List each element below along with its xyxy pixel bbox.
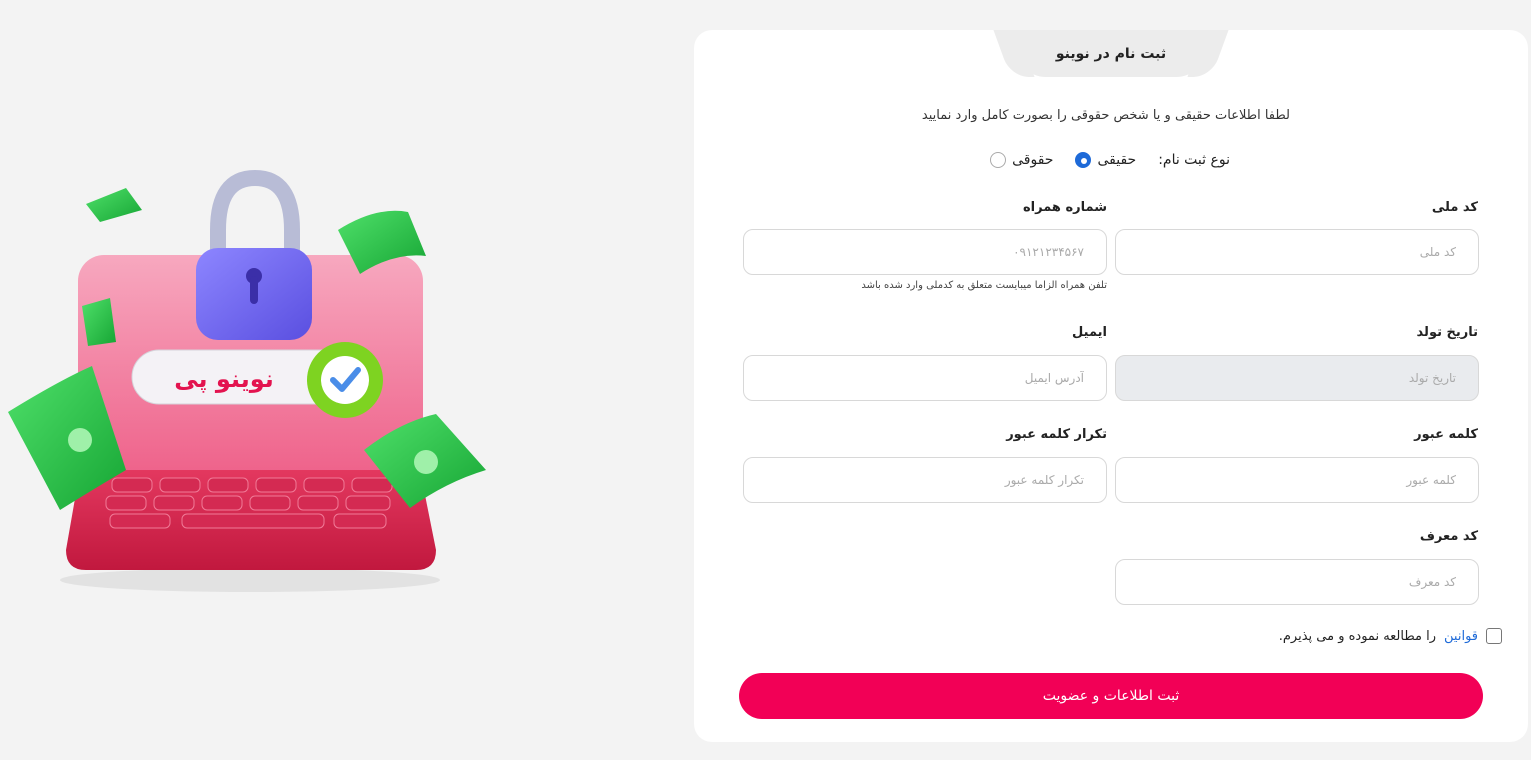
national-code-input[interactable] — [1115, 229, 1479, 275]
intro-text: لطفا اطلاعات حقیقی و یا شخص حقوقی را بصو… — [921, 108, 1290, 123]
lock-shackle — [210, 170, 300, 268]
registration-type-group: نوع ثبت نام: حقیقی حقوقی — [990, 149, 1230, 171]
radio-label-real: حقیقی — [1097, 152, 1137, 168]
hero-illustration: نوینو پی — [0, 170, 500, 600]
referral-code-label: کد معرف — [1419, 529, 1478, 544]
radio-label-legal: حقوقی — [1012, 152, 1054, 168]
referral-code-input[interactable] — [1115, 559, 1479, 605]
logo-text: نوینو پی — [174, 365, 274, 393]
title-tab: ثبت نام در نوینو — [1016, 30, 1206, 77]
radio-legal[interactable] — [990, 152, 1007, 168]
registration-card: ثبت نام در نوینو لطفا اطلاعات حقیقی و یا… — [694, 30, 1528, 742]
password-repeat-label: تکرار کلمه عبور — [1006, 427, 1107, 442]
registration-type-label: نوع ثبت نام: — [1158, 152, 1230, 168]
page-title: ثبت نام در نوینو — [1055, 45, 1167, 62]
terms-text: را مطالعه نموده و می پذیرم. — [1278, 628, 1437, 644]
birth-date-label: تاریخ تولد — [1416, 325, 1478, 340]
mobile-label: شماره همراه — [1022, 200, 1107, 215]
submit-button[interactable]: ثبت اطلاعات و عضویت — [739, 673, 1483, 719]
shadow — [60, 568, 440, 592]
email-label: ایمیل — [1072, 325, 1107, 340]
terms-row: قوانین را مطالعه نموده و می پذیرم. — [1279, 625, 1502, 647]
mobile-hint: تلفن همراه الزاما میبایست متعلق به کدملی… — [861, 280, 1107, 291]
laptop-lock-illustration: نوینو پی — [8, 170, 486, 592]
radio-real[interactable] — [1075, 152, 1092, 168]
mobile-input[interactable] — [743, 229, 1107, 275]
password-label: کلمه عبور — [1414, 427, 1478, 442]
national-code-label: کد ملی — [1431, 200, 1478, 215]
radio-option-real[interactable]: حقیقی — [1075, 152, 1136, 168]
password-input[interactable] — [1115, 457, 1479, 503]
birth-date-input[interactable] — [1115, 355, 1479, 401]
terms-link[interactable]: قوانین — [1444, 629, 1478, 644]
terms-checkbox[interactable] — [1486, 628, 1502, 644]
password-repeat-input[interactable] — [743, 457, 1107, 503]
email-input[interactable] — [743, 355, 1107, 401]
radio-option-legal[interactable]: حقوقی — [990, 152, 1053, 168]
